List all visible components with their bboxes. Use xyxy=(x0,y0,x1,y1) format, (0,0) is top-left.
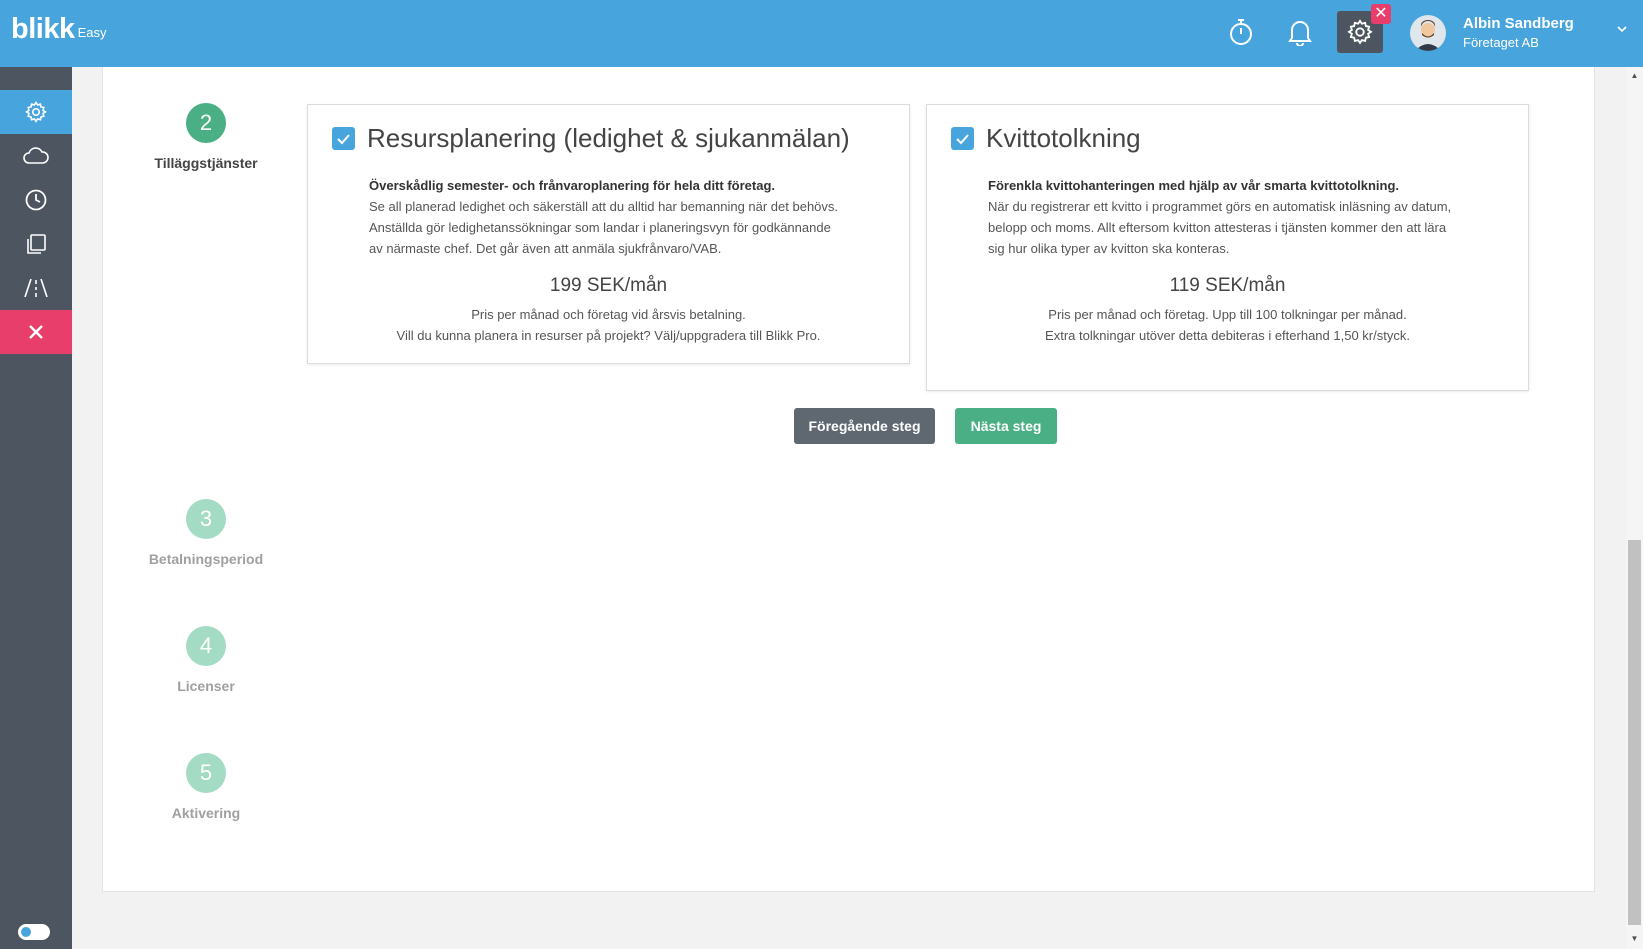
addon-price: 119 SEK/mån xyxy=(1169,275,1286,296)
close-icon xyxy=(29,325,43,339)
addon-description: När du registrerar ett kvitto i programm… xyxy=(988,199,1452,256)
user-company: Företaget AB xyxy=(1463,35,1539,50)
road-icon xyxy=(24,278,48,298)
step-number: 5 xyxy=(186,753,226,793)
addon-note: Extra tolkningar utöver detta debiteras … xyxy=(1045,328,1410,343)
logo[interactable]: blikk Easy xyxy=(11,14,107,44)
copy-icon xyxy=(27,234,46,254)
sidebar-item-cloud[interactable] xyxy=(0,134,72,178)
sidebar-item-travel[interactable] xyxy=(0,266,72,310)
step-number: 3 xyxy=(186,499,226,539)
checkmark-icon xyxy=(956,133,969,144)
top-bar: blikk Easy ✕ Albin Sandberg Företaget AB xyxy=(0,0,1643,67)
stopwatch-icon[interactable] xyxy=(1223,14,1259,50)
previous-step-button[interactable]: Föregående steg xyxy=(794,408,935,444)
step-4[interactable]: 4 Licenser xyxy=(136,626,276,694)
addon-card-kvittotolkning: Kvittotolkning Förenkla kvittohanteringe… xyxy=(926,104,1529,391)
user-name[interactable]: Albin Sandberg xyxy=(1463,15,1574,32)
toggle-switch[interactable] xyxy=(18,924,50,940)
scroll-down-arrow[interactable]: ▼ xyxy=(1626,931,1643,945)
addon-lead: Överskådlig semester- och frånvaroplaner… xyxy=(369,178,775,193)
sidebar-item-close[interactable] xyxy=(0,310,72,354)
addon-title: Resursplanering (ledighet & sjukanmälan) xyxy=(367,123,850,153)
addon-note: Pris per månad och företag vid årsvis be… xyxy=(471,307,746,322)
addon-checkbox[interactable] xyxy=(951,127,974,150)
addon-note: Vill du kunna planera in resurser på pro… xyxy=(396,328,821,343)
step-label: Betalningsperiod xyxy=(148,551,264,567)
sidebar xyxy=(0,67,72,949)
bell-icon[interactable] xyxy=(1282,14,1318,50)
step-5[interactable]: 5 Aktivering xyxy=(136,753,276,821)
gear-icon xyxy=(25,101,47,123)
addon-card-resursplanering: Resursplanering (ledighet & sjukanmälan)… xyxy=(307,104,910,364)
cloud-icon xyxy=(23,147,49,164)
checkmark-icon xyxy=(337,133,350,144)
wizard-panel: 2 Tilläggstjänster 3 Betalningsperiod 4 … xyxy=(102,67,1595,892)
logo-text: blikk xyxy=(11,13,75,45)
sidebar-item-time[interactable] xyxy=(0,178,72,222)
addon-checkbox[interactable] xyxy=(332,127,355,150)
gear-icon xyxy=(1347,19,1373,45)
next-step-button[interactable]: Nästa steg xyxy=(955,408,1057,444)
step-label: Tilläggstjänster xyxy=(154,155,258,171)
addon-price: 199 SEK/mån xyxy=(549,275,668,296)
logo-subtitle: Easy xyxy=(77,25,107,40)
scroll-up-arrow[interactable]: ▲ xyxy=(1626,68,1643,82)
clock-icon xyxy=(25,189,47,211)
step-2[interactable]: 2 Tilläggstjänster xyxy=(136,103,276,171)
addon-title: Kvittotolkning xyxy=(986,123,1141,153)
sidebar-item-settings[interactable] xyxy=(0,90,72,134)
addon-note: Pris per månad och företag. Upp till 100… xyxy=(1048,307,1407,322)
step-label: Licenser xyxy=(177,678,235,694)
addon-description: Se all planerad ledighet och säkerställ … xyxy=(369,199,839,256)
avatar[interactable] xyxy=(1410,15,1446,51)
step-label: Aktivering xyxy=(171,805,241,821)
chevron-down-icon[interactable] xyxy=(1615,22,1629,41)
step-number: 4 xyxy=(186,626,226,666)
step-number: 2 xyxy=(186,103,226,143)
scrollbar-thumb[interactable] xyxy=(1628,540,1641,925)
close-settings-badge[interactable]: ✕ xyxy=(1371,4,1391,24)
addon-lead: Förenkla kvittohanteringen med hjälp av … xyxy=(988,178,1400,193)
step-3[interactable]: 3 Betalningsperiod xyxy=(136,499,276,567)
sidebar-item-documents[interactable] xyxy=(0,222,72,266)
